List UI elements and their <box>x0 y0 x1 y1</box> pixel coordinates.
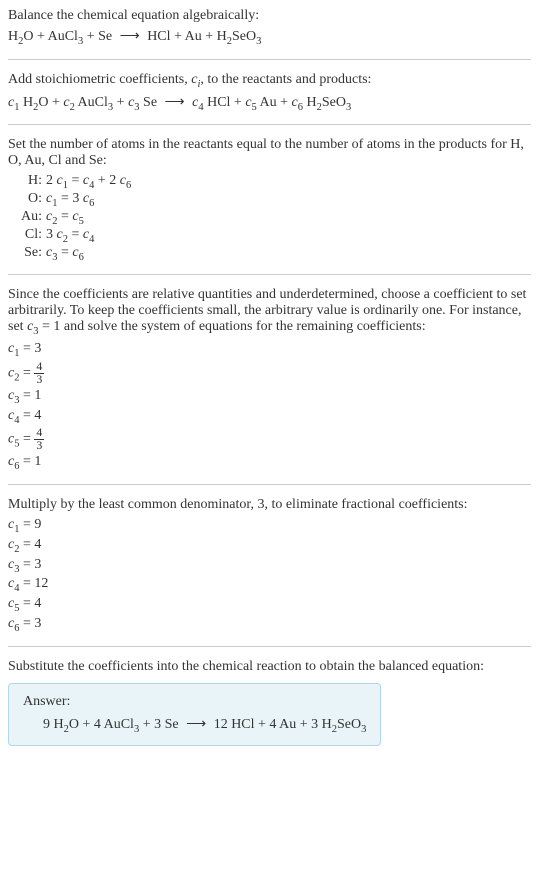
coef-value: 1 <box>34 388 41 403</box>
coef-value: 4 <box>34 408 41 423</box>
step6-section: Substitute the coefficients into the che… <box>8 659 531 746</box>
step2-text: Add stoichiometric coefficients, ci, to … <box>8 72 531 90</box>
step2-equation: c1 H2O + c2 AuCl3 + c3 Se ⟶ c4 HCl + c5 … <box>8 94 531 113</box>
frac-den: 3 <box>34 440 44 452</box>
coef-value: 3 <box>34 616 41 631</box>
step5-text: Multiply by the least common denominator… <box>8 497 531 513</box>
list-item: c6 = 3 <box>8 616 531 634</box>
step6-text: Substitute the coefficients into the che… <box>8 659 531 675</box>
frac-den: 3 <box>34 374 44 386</box>
list-item: c3 = 3 <box>8 557 531 575</box>
intro-text: Balance the chemical equation algebraica… <box>8 8 531 24</box>
table-row: Cl: 3 c2 = c4 <box>16 227 531 245</box>
element-equation: c3 = c6 <box>46 245 84 263</box>
divider <box>8 124 531 125</box>
step2-section: Add stoichiometric coefficients, ci, to … <box>8 72 531 113</box>
list-item: c5 = 43 <box>8 427 531 452</box>
divider <box>8 646 531 647</box>
element-equation: 3 c2 = c4 <box>46 227 94 245</box>
list-item: c1 = 9 <box>8 517 531 535</box>
element-label: O: <box>16 191 46 209</box>
coef-value: 1 <box>34 454 41 469</box>
answer-box: Answer: 9 H2O + 4 AuCl3 + 3 Se ⟶ 12 HCl … <box>8 683 381 746</box>
element-label: H: <box>16 173 46 191</box>
atom-equations-table: H: 2 c1 = c4 + 2 c6 O: c1 = 3 c6 Au: c2 … <box>16 173 531 262</box>
coefficient-list: c1 = 9 c2 = 4 c3 = 3 c4 = 12 c5 = 4 c6 =… <box>8 517 531 634</box>
intro-section: Balance the chemical equation algebraica… <box>8 8 531 47</box>
list-item: c6 = 1 <box>8 454 531 472</box>
divider <box>8 59 531 60</box>
element-label: Cl: <box>16 227 46 245</box>
step4-text: Since the coefficients are relative quan… <box>8 287 531 337</box>
coef-value: 4 <box>34 596 41 611</box>
table-row: Se: c3 = c6 <box>16 245 531 263</box>
list-item: c1 = 3 <box>8 341 531 359</box>
list-item: c2 = 4 <box>8 537 531 555</box>
step3-section: Set the number of atoms in the reactants… <box>8 137 531 262</box>
coef-value: 12 <box>34 576 48 591</box>
answer-equation: 9 H2O + 4 AuCl3 + 3 Se ⟶ 12 HCl + 4 Au +… <box>23 716 366 735</box>
element-label: Au: <box>16 209 46 227</box>
table-row: Au: c2 = c5 <box>16 209 531 227</box>
coef-value: 4 <box>34 537 41 552</box>
step5-section: Multiply by the least common denominator… <box>8 497 531 634</box>
element-equation: 2 c1 = c4 + 2 c6 <box>46 173 131 191</box>
coef-value: 3 <box>34 341 41 356</box>
element-equation: c1 = 3 c6 <box>46 191 94 209</box>
coefficient-list: c1 = 3 c2 = 43 c3 = 1 c4 = 4 c5 = 43 c6 … <box>8 341 531 472</box>
element-label: Se: <box>16 245 46 263</box>
divider <box>8 274 531 275</box>
answer-label: Answer: <box>23 694 366 710</box>
list-item: c5 = 4 <box>8 596 531 614</box>
coef-value: 3 <box>34 557 41 572</box>
list-item: c4 = 4 <box>8 408 531 426</box>
step4-section: Since the coefficients are relative quan… <box>8 287 531 472</box>
coef-value: 9 <box>34 517 41 532</box>
list-item: c4 = 12 <box>8 576 531 594</box>
intro-equation: H2O + AuCl3 + Se ⟶ HCl + Au + H2SeO3 <box>8 28 531 47</box>
element-equation: c2 = c5 <box>46 209 84 227</box>
list-item: c3 = 1 <box>8 388 531 406</box>
table-row: O: c1 = 3 c6 <box>16 191 531 209</box>
list-item: c2 = 43 <box>8 361 531 386</box>
divider <box>8 484 531 485</box>
table-row: H: 2 c1 = c4 + 2 c6 <box>16 173 531 191</box>
step3-text: Set the number of atoms in the reactants… <box>8 137 531 169</box>
